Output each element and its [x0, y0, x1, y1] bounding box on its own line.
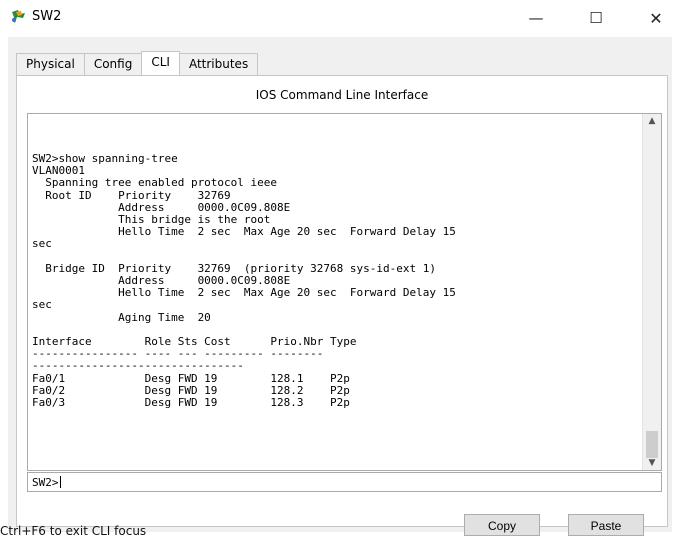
tab-attributes[interactable]: Attributes — [178, 53, 259, 75]
window-title: SW2 — [32, 9, 62, 24]
focus-hint: Ctrl+F6 to exit CLI focus — [0, 524, 147, 538]
tab-bar: Physical Config CLI Attributes — [16, 51, 259, 75]
tab-cli[interactable]: CLI — [141, 51, 180, 75]
cli-panel: IOS Command Line Interface SW2>show span… — [16, 75, 668, 527]
app-icon — [12, 10, 25, 23]
device-window: Physical Config CLI Attributes IOS Comma… — [0, 37, 672, 538]
tab-config[interactable]: Config — [83, 53, 143, 75]
vertical-scrollbar[interactable]: ▲ ▼ — [642, 114, 661, 470]
scroll-up-icon[interactable]: ▲ — [643, 116, 661, 126]
scroll-down-icon[interactable]: ▼ — [643, 458, 661, 468]
close-button[interactable]: ✕ — [636, 4, 676, 32]
cli-output-text: SW2>show spanning-tree VLAN0001 Spanning… — [32, 152, 456, 410]
tab-physical[interactable]: Physical — [16, 53, 85, 75]
minimize-button[interactable]: — — [516, 4, 556, 32]
cli-header: IOS Command Line Interface — [255, 88, 429, 102]
copy-button[interactable]: Copy — [464, 514, 540, 536]
title-bar: SW2 — ☐ ✕ — [0, 0, 676, 36]
text-cursor — [59, 476, 61, 488]
cli-prompt-text: SW2> — [32, 476, 59, 489]
cli-input-line[interactable]: SW2> — [27, 472, 662, 492]
paste-button[interactable]: Paste — [568, 514, 644, 536]
cli-prompt: SW2> — [32, 476, 61, 489]
scrollbar-thumb[interactable] — [646, 431, 658, 458]
maximize-button[interactable]: ☐ — [576, 4, 616, 32]
cli-output-area[interactable]: SW2>show spanning-tree VLAN0001 Spanning… — [27, 113, 662, 471]
